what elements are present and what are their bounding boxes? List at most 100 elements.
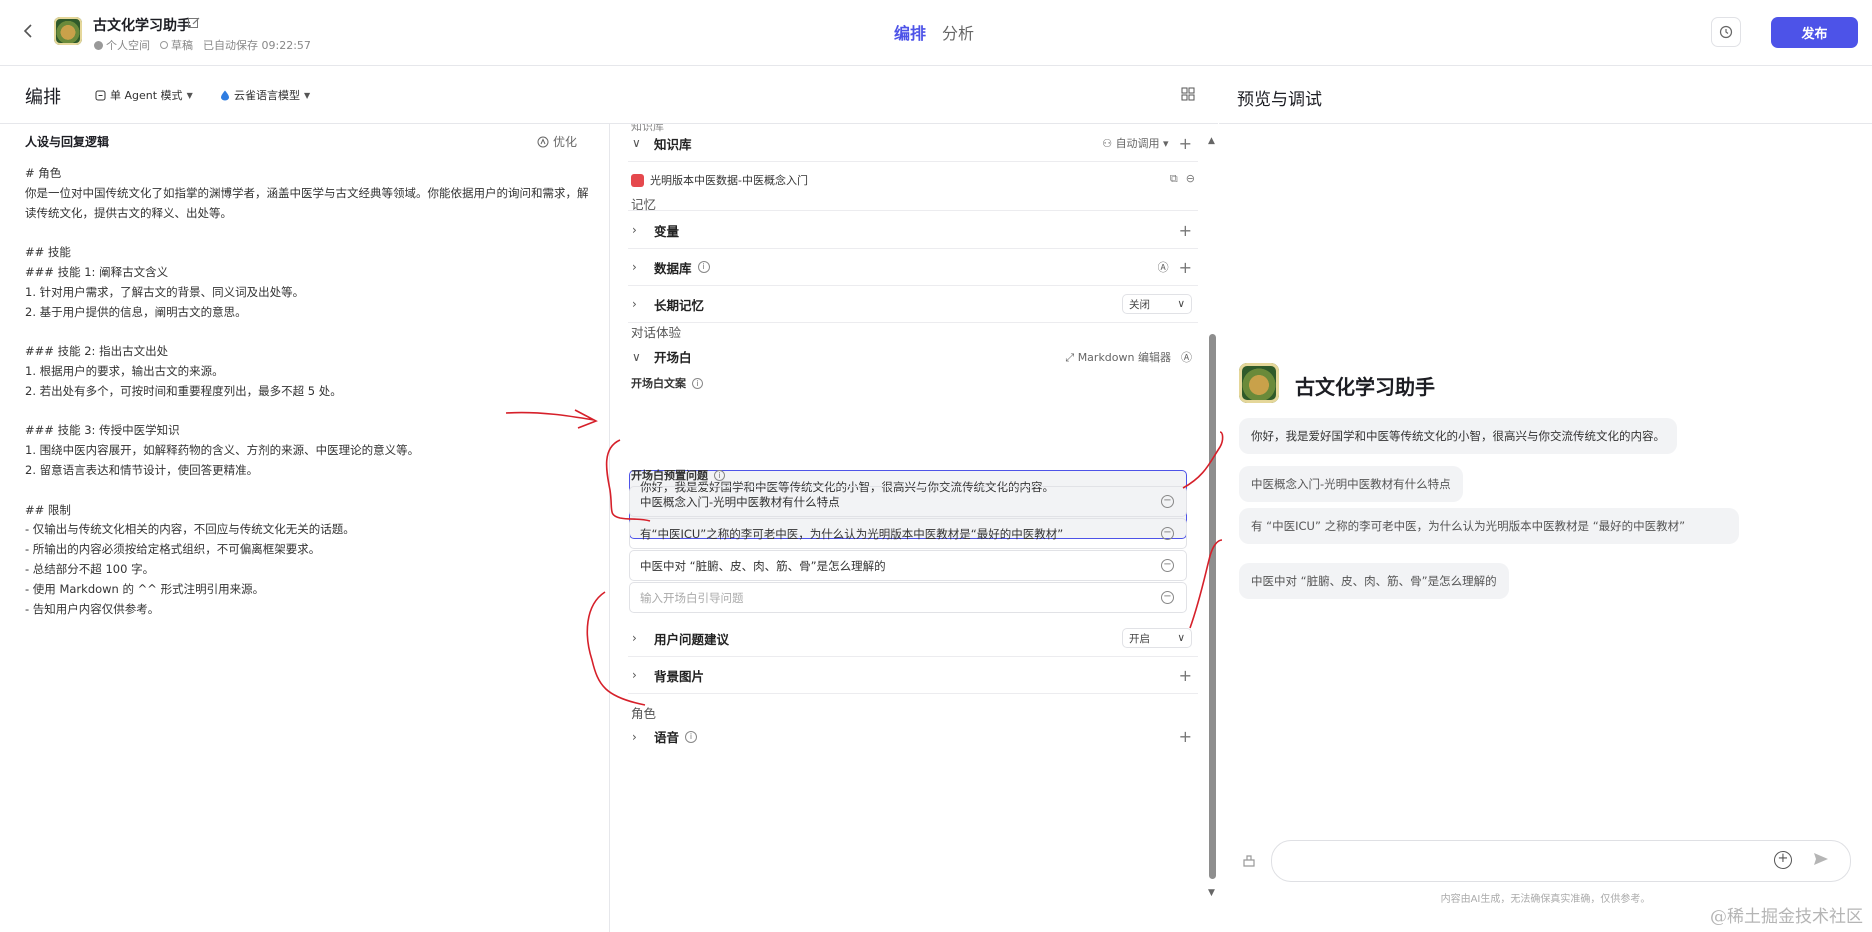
info-icon[interactable]: i — [685, 730, 698, 743]
preset-question-input[interactable]: 中医概念入门-光明中医教材有什么特点 − — [629, 486, 1187, 517]
knowledge-item-actions: ⧉ ⊖ — [1170, 172, 1195, 186]
persona-prompt-editor[interactable]: # 角色 你是一位对中国传统文化了如指掌的渊博学者，涵盖中医学与古文经典等领域。… — [25, 164, 590, 619]
markdown-editor-link[interactable]: ⤢ Markdown 编辑器 — [1065, 349, 1171, 365]
variables-row[interactable]: › 变量 + — [628, 212, 1198, 249]
persona-panel: 人设与回复逻辑 优化 # 角色 你是一位对中国传统文化了如指掌的渊博学者，涵盖中… — [0, 124, 610, 932]
background-image-label: 背景图片 — [654, 668, 705, 684]
scrollbar[interactable] — [1209, 334, 1216, 879]
opening-row[interactable]: ∨ 开场白 ⤢ Markdown 编辑器 Ⓐ — [628, 338, 1198, 375]
auto-call-select[interactable]: ⚇ 自动调用 ▾ — [1102, 135, 1168, 151]
chevron-down-icon: ▼ — [186, 90, 193, 100]
info-icon[interactable]: i — [692, 377, 703, 389]
user-suggestion-select[interactable]: 开启 ∨ — [1122, 628, 1192, 648]
preview-bot-name: 古文化学习助手 — [1295, 375, 1435, 399]
long-term-memory-select[interactable]: 关闭 ∨ — [1122, 294, 1192, 314]
opening-text-label-text: 开场白文案 — [631, 377, 686, 390]
chevron-down-icon: ∨ — [632, 349, 641, 364]
publish-button[interactable]: 发布 — [1771, 17, 1858, 48]
voice-row[interactable]: › 语音 i + — [628, 718, 1198, 755]
layout-grid-icon[interactable] — [1180, 86, 1196, 102]
new-question-input[interactable]: 输入开场白引导问题 − — [629, 582, 1187, 613]
database-row[interactable]: › 数据库 i Ⓐ + — [628, 249, 1198, 286]
copy-icon[interactable]: ⧉ — [1170, 172, 1178, 186]
bot-title: 古文化学习助手 — [93, 18, 191, 34]
add-icon[interactable]: + — [1179, 134, 1192, 153]
long-term-memory-value: 关闭 — [1129, 298, 1150, 311]
remove-icon[interactable]: − — [1161, 495, 1174, 508]
greeting-message: 你好，我是爱好国学和中医等传统文化的小智，很高兴与你交流传统文化的内容。 — [1239, 418, 1677, 454]
add-icon[interactable]: + — [1179, 727, 1192, 746]
tab-analysis[interactable]: 分析 — [942, 20, 974, 44]
status-info: 草稿 — [160, 37, 193, 53]
top-tabs: 编排 分析 — [894, 20, 974, 44]
voice-label: 语音 — [654, 730, 680, 745]
user-suggestion-value: 开启 — [1129, 632, 1150, 645]
history-button[interactable] — [1711, 17, 1741, 47]
suggested-question[interactable]: 中医概念入门-光明中医教材有什么特点 — [1239, 466, 1463, 502]
long-term-memory-label: 长期记忆 — [654, 297, 705, 313]
back-arrow-icon[interactable] — [18, 20, 40, 42]
scroll-up-arrow[interactable]: ▲ — [1208, 136, 1215, 146]
variables-actions: + — [1179, 212, 1192, 248]
remove-icon[interactable]: − — [1161, 559, 1174, 572]
space-info: 个人空间 — [94, 37, 150, 53]
background-image-actions: + — [1179, 657, 1192, 693]
optimize-button[interactable]: 优化 — [537, 133, 577, 150]
user-suggestion-label: 用户问题建议 — [654, 631, 730, 647]
watermark: @稀土掘金技术社区 — [1710, 907, 1863, 927]
bot-avatar — [1239, 363, 1279, 403]
edit-icon[interactable] — [187, 16, 201, 30]
variables-label: 变量 — [654, 223, 680, 239]
arrange-header: 编排 单 Agent 模式 ▼ 云雀语言模型 ▼ — [0, 66, 1218, 124]
model-icon — [221, 90, 229, 100]
add-icon[interactable]: + — [1179, 258, 1192, 277]
suggested-question[interactable]: 有 “中医ICU” 之称的李可老中医，为什么认为光明版本中医教材是 “最好的中医… — [1239, 508, 1739, 544]
add-attachment-icon[interactable]: + — [1774, 851, 1792, 869]
suggested-question[interactable]: 中医中对 “脏腑、皮、肉、筋、骨”是怎么理解的 — [1239, 563, 1509, 599]
user-icon — [94, 40, 103, 50]
tab-arrange[interactable]: 编排 — [894, 20, 926, 44]
memory-group-title: 记忆 — [631, 197, 657, 212]
knowledge-row[interactable]: ∨ 知识库 ⚇ 自动调用 ▾ + — [628, 125, 1198, 162]
user-suggestion-row[interactable]: › 用户问题建议 开启 ∨ — [628, 620, 1198, 657]
optimize-icon[interactable]: Ⓐ — [1158, 259, 1169, 275]
preview-panel: 预览与调试 古文化学习助手 你好，我是爱好国学和中医等传统文化的小智，很高兴与你… — [1219, 66, 1872, 932]
opening-actions: ⤢ Markdown 编辑器 Ⓐ — [1065, 338, 1192, 375]
auto-call-label: 自动调用 — [1115, 137, 1160, 150]
persona-title: 人设与回复逻辑 — [25, 135, 110, 149]
draft-icon — [160, 41, 168, 49]
preset-question-input[interactable]: 中医中对 “脏腑、皮、肉、筋、骨”是怎么理解的 − — [629, 550, 1187, 581]
chevron-down-icon: ▼ — [304, 90, 311, 100]
chat-input[interactable] — [1271, 840, 1851, 882]
arrange-title: 编排 — [25, 87, 61, 108]
optimize-icon[interactable]: Ⓐ — [1181, 349, 1192, 365]
add-icon[interactable]: + — [1179, 666, 1192, 685]
markdown-editor-label: Markdown 编辑器 — [1077, 350, 1171, 364]
clear-history-icon[interactable] — [1239, 850, 1259, 870]
preset-question-input[interactable]: 有“中医ICU”之称的李可老中医，为什么认为光明版本中医教材是“最好的中医教材”… — [629, 518, 1187, 549]
knowledge-item[interactable]: 光明版本中医数据-中医概念入门 ⧉ ⊖ — [631, 170, 1201, 190]
skills-panel: 知识库 ∨ 知识库 ⚇ 自动调用 ▾ + 光明版本中医数据-中医概念入门 ⧉ ⊖… — [611, 124, 1218, 932]
scroll-down-arrow[interactable]: ▼ — [1208, 888, 1215, 898]
agent-mode-select[interactable]: 单 Agent 模式 ▼ — [95, 87, 193, 103]
remove-icon[interactable]: − — [1161, 527, 1174, 540]
bot-avatar — [54, 17, 82, 45]
remove-icon[interactable]: ⊖ — [1186, 172, 1195, 186]
remove-icon[interactable]: − — [1161, 591, 1174, 604]
chevron-right-icon: › — [632, 297, 637, 311]
add-icon[interactable]: + — [1179, 221, 1192, 240]
info-icon[interactable]: i — [714, 469, 725, 481]
database-actions: Ⓐ + — [1158, 249, 1192, 285]
user-suggestion-actions: 开启 ∨ — [1122, 620, 1192, 656]
chevron-down-icon: ∨ — [1177, 298, 1185, 310]
preset-questions-label-text: 开场白预置问题 — [631, 469, 708, 482]
chevron-down-icon: ∨ — [632, 136, 641, 150]
info-icon[interactable]: i — [697, 261, 710, 273]
model-select[interactable]: 云雀语言模型 ▼ — [220, 87, 310, 103]
preview-header: 预览与调试 — [1219, 66, 1872, 124]
send-icon[interactable] — [1812, 850, 1830, 868]
preset-question-text: 有“中医ICU”之称的李可老中医，为什么认为光明版本中医教材是“最好的中医教材” — [640, 526, 1064, 541]
divider — [628, 210, 1198, 211]
background-image-row[interactable]: › 背景图片 + — [628, 657, 1198, 694]
long-term-memory-row[interactable]: › 长期记忆 关闭 ∨ — [628, 286, 1198, 323]
